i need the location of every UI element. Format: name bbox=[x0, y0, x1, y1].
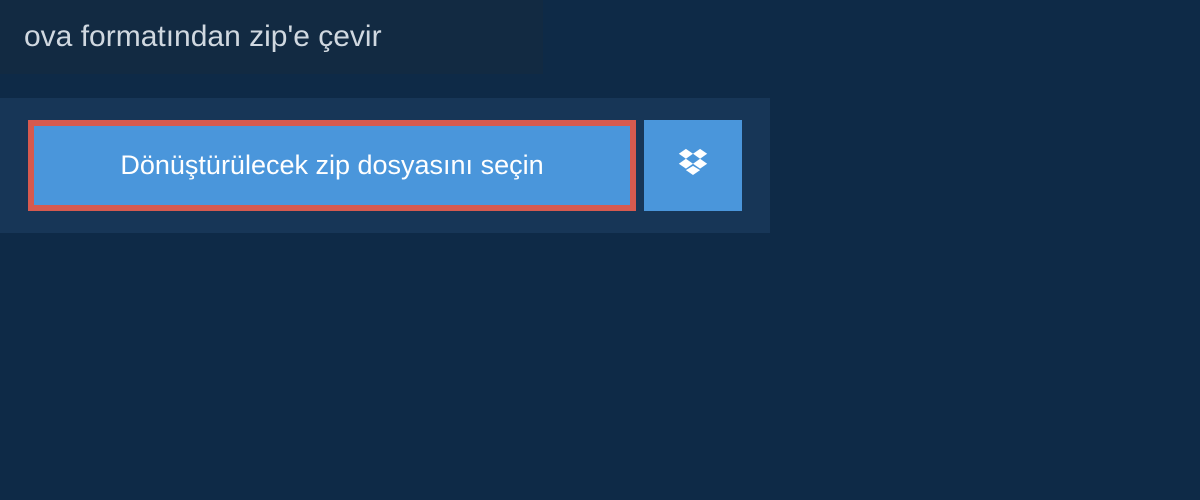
file-select-panel: Dönüştürülecek zip dosyasını seçin bbox=[0, 98, 770, 233]
select-file-button[interactable]: Dönüştürülecek zip dosyasını seçin bbox=[28, 120, 636, 211]
dropbox-button[interactable] bbox=[644, 120, 742, 211]
page-title-tab: ova formatından zip'e çevir bbox=[0, 0, 543, 74]
dropbox-icon bbox=[676, 146, 710, 185]
page-title: ova formatından zip'e çevir bbox=[24, 20, 382, 53]
select-file-label: Dönüştürülecek zip dosyasını seçin bbox=[120, 150, 543, 181]
